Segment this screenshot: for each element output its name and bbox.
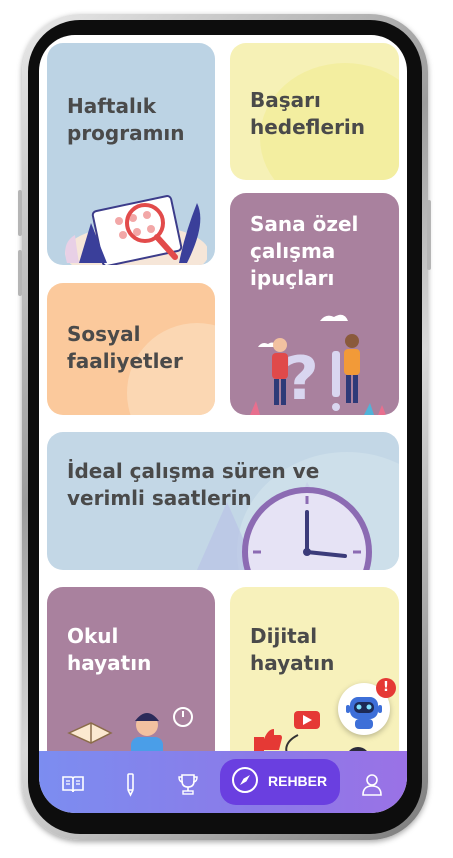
app-screen: Haftalık programın Başarı hedeflerin San… xyxy=(39,35,407,813)
card-success-goals[interactable]: Başarı hedeflerin xyxy=(230,43,399,180)
card-school-life-title: Okul hayatın xyxy=(67,624,152,675)
bottom-navigation: REHBER xyxy=(39,751,407,813)
card-study-tips-title: Sana özel çalışma ipuçları xyxy=(250,212,359,290)
trophy-icon[interactable] xyxy=(175,771,201,797)
card-study-tips[interactable]: Sana özel çalışma ipuçları ? xyxy=(230,193,399,415)
compass-icon xyxy=(232,767,258,793)
rehber-label: REHBER xyxy=(268,773,328,789)
rehber-button[interactable]: REHBER xyxy=(220,759,340,805)
card-ideal-study-time-title: İdeal çalışma süren ve verimli saatlerin xyxy=(67,459,320,510)
calendar-illustration xyxy=(65,195,207,265)
card-weekly-program[interactable]: Haftalık programın xyxy=(47,43,215,265)
card-school-life[interactable]: Okul hayatın xyxy=(47,587,215,767)
card-digital-life-title: Dijital hayatın xyxy=(250,624,335,675)
volume-button xyxy=(18,190,22,236)
card-social-activities-title: Sosyal faaliyetler xyxy=(67,322,183,373)
card-digital-life[interactable]: Dijital hayatın xyxy=(230,587,399,767)
power-button xyxy=(427,200,431,270)
user-icon[interactable] xyxy=(359,771,385,797)
card-ideal-study-time[interactable]: İdeal çalışma süren ve verimli saatlerin xyxy=(47,432,399,570)
card-weekly-program-title: Haftalık programın xyxy=(67,94,185,145)
question-people-illustration: ? xyxy=(250,314,386,415)
notification-badge: ! xyxy=(376,678,396,698)
card-social-activities[interactable]: Sosyal faaliyetler xyxy=(47,283,215,415)
book-icon[interactable] xyxy=(60,771,86,797)
card-success-goals-title: Başarı hedeflerin xyxy=(250,88,366,139)
svg-text:?: ? xyxy=(284,344,319,414)
volume-button-2 xyxy=(18,250,22,296)
pencil-icon[interactable] xyxy=(118,771,144,797)
